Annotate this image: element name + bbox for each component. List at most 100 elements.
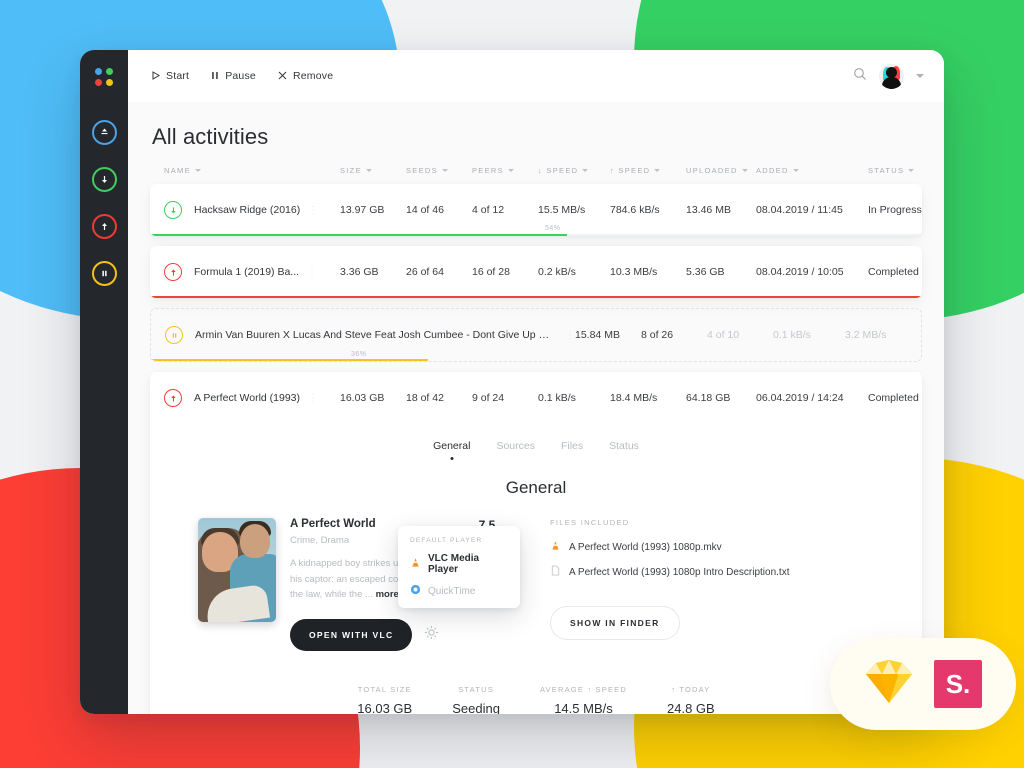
tab-general[interactable]: General bbox=[433, 440, 470, 460]
chevron-down-icon bbox=[195, 169, 201, 172]
row-upload-speed: 18.4 MB/s bbox=[610, 392, 686, 404]
files-included-label: FILES INCLUDED bbox=[550, 518, 789, 527]
file-item[interactable]: A Perfect World (1993) 1080p.mkv bbox=[550, 540, 789, 554]
row-name: Armin Van Buuren X Lucas And Steve Feat … bbox=[195, 329, 575, 341]
movie-info: A Perfect World Crime, Drama A kidnapped… bbox=[276, 518, 488, 651]
default-player-label: DEFAULT PLAYER bbox=[410, 537, 508, 544]
row-peers: 9 of 24 bbox=[472, 392, 538, 404]
four-dot-logo[interactable] bbox=[95, 68, 113, 86]
player-option-quicktime[interactable]: QuickTime bbox=[410, 584, 508, 598]
row-name-label: A Perfect World (1993) bbox=[194, 392, 300, 404]
sidebar-item-paused[interactable] bbox=[92, 261, 117, 286]
row-status: In Progress bbox=[868, 204, 922, 216]
column-header-uploaded-label: UPLOADED bbox=[686, 166, 738, 175]
table-row[interactable]: Formula 1 (2019) Ba...⋮ 3.36 GB 26 of 64… bbox=[150, 246, 922, 298]
row-name: Hacksaw Ridge (2016)⋮ bbox=[194, 204, 340, 216]
stat-value: 24.8 GB bbox=[667, 701, 715, 714]
name-separator: ⋮ bbox=[308, 393, 318, 404]
chevron-down-icon bbox=[442, 169, 448, 172]
pause-icon bbox=[99, 268, 110, 279]
open-with-vlc-button[interactable]: OPEN WITH VLC bbox=[290, 619, 412, 651]
row-added: 08.04.2019 / 10:05 bbox=[756, 266, 868, 278]
detail-section-title: General bbox=[164, 478, 908, 498]
tab-status[interactable]: Status bbox=[609, 440, 639, 460]
chevron-down-icon bbox=[654, 169, 660, 172]
remove-button[interactable]: Remove bbox=[278, 67, 333, 85]
progress-bar bbox=[150, 296, 922, 298]
column-header-peers-label: PEERS bbox=[472, 166, 504, 175]
tab-files[interactable]: Files bbox=[561, 440, 583, 460]
pause-button[interactable]: Pause bbox=[211, 67, 256, 85]
stat-label: ↑ TODAY bbox=[667, 685, 715, 694]
stat-status: STATUS Seeding bbox=[452, 685, 500, 714]
stat-total-size: TOTAL SIZE 16.03 GB bbox=[357, 685, 412, 714]
chevron-down-icon bbox=[908, 169, 914, 172]
sidebar-item-downloading[interactable] bbox=[92, 167, 117, 192]
row-added: 06.04.2019 / 14:24 bbox=[756, 392, 868, 404]
sidebar-item-uploading[interactable] bbox=[92, 214, 117, 239]
player-option-vlc[interactable]: VLC Media Player bbox=[410, 553, 508, 575]
row-menu-button[interactable]: ▾ bbox=[921, 330, 922, 341]
column-header-upload-speed[interactable]: ↑ SPEED bbox=[610, 166, 686, 175]
screenshot-stage: Start Pause Remove bbox=[0, 0, 1024, 768]
name-separator: ⋮ bbox=[565, 330, 575, 341]
pause-icon bbox=[211, 67, 219, 85]
show-in-finder-button[interactable]: SHOW IN FINDER bbox=[550, 606, 680, 640]
column-header-name[interactable]: NAME bbox=[164, 166, 340, 175]
movie-actions: OPEN WITH VLC bbox=[290, 619, 488, 651]
default-player-popover: DEFAULT PLAYER VLC Media Player bbox=[398, 526, 520, 608]
pause-icon bbox=[165, 326, 183, 344]
row-name-label: Hacksaw Ridge (2016) bbox=[194, 204, 300, 216]
row-status: Completed bbox=[868, 266, 922, 278]
chevron-down-icon bbox=[366, 169, 372, 172]
table-row-expanded[interactable]: A Perfect World (1993)⋮ 16.03 GB 18 of 4… bbox=[150, 372, 922, 714]
upload-arrow-icon bbox=[164, 389, 182, 407]
file-item-label: A Perfect World (1993) 1080p Intro Descr… bbox=[569, 567, 789, 578]
row-seeds: 14 of 46 bbox=[406, 204, 472, 216]
table-row-content: Armin Van Buuren X Lucas And Steve Feat … bbox=[151, 309, 921, 361]
detail-stats: TOTAL SIZE 16.03 GB STATUS Seeding AVERA… bbox=[164, 651, 908, 714]
sketch-letter-badge: S. bbox=[934, 660, 982, 708]
chevron-down-icon bbox=[508, 169, 514, 172]
upload-arrow-icon bbox=[164, 263, 182, 281]
movie-poster bbox=[198, 518, 276, 622]
column-header-upload-speed-label: ↑ SPEED bbox=[610, 166, 650, 175]
table-row[interactable]: Armin Van Buuren X Lucas And Steve Feat … bbox=[150, 308, 922, 362]
start-button[interactable]: Start bbox=[152, 67, 189, 85]
table-row-content: A Perfect World (1993)⋮ 16.03 GB 18 of 4… bbox=[150, 372, 922, 424]
table-header-row: NAME SIZE SEEDS PEERS ↓ SPEED bbox=[150, 166, 922, 184]
row-peers: 4 of 12 bbox=[472, 204, 538, 216]
file-item-label: A Perfect World (1993) 1080p.mkv bbox=[569, 542, 722, 553]
column-header-status[interactable]: STATUS bbox=[868, 166, 938, 175]
file-item[interactable]: A Perfect World (1993) 1080p Intro Descr… bbox=[550, 565, 789, 579]
avatar[interactable] bbox=[879, 64, 904, 89]
stat-label: STATUS bbox=[452, 685, 500, 694]
chevron-down-icon[interactable] bbox=[916, 74, 924, 78]
column-header-seeds-label: SEEDS bbox=[406, 166, 438, 175]
column-header-added[interactable]: ADDED bbox=[756, 166, 868, 175]
chevron-down-icon bbox=[742, 169, 748, 172]
more-link[interactable]: more bbox=[376, 589, 399, 600]
player-option-quicktime-label: QuickTime bbox=[428, 586, 475, 597]
table-row-content: Formula 1 (2019) Ba...⋮ 3.36 GB 26 of 64… bbox=[150, 246, 922, 298]
close-icon bbox=[278, 67, 287, 85]
column-header-uploaded[interactable]: UPLOADED bbox=[686, 166, 756, 175]
column-header-download-speed[interactable]: ↓ SPEED bbox=[538, 166, 610, 175]
row-progress-label: 54% bbox=[545, 225, 561, 232]
stat-upload-today: ↑ TODAY 24.8 GB bbox=[667, 685, 715, 714]
column-header-peers[interactable]: PEERS bbox=[472, 166, 538, 175]
row-upload-speed: 3.2 MB/s bbox=[845, 329, 921, 341]
column-header-seeds[interactable]: SEEDS bbox=[406, 166, 472, 175]
table-row[interactable]: Hacksaw Ridge (2016)⋮ 13.97 GB 14 of 46 … bbox=[150, 184, 922, 236]
row-seeds: 8 of 26 bbox=[641, 329, 707, 341]
sidebar-item-all-activities[interactable] bbox=[92, 120, 117, 145]
stat-label: AVERAGE ↑ SPEED bbox=[540, 685, 627, 694]
column-header-name-label: NAME bbox=[164, 166, 191, 175]
stat-value: 14.5 MB/s bbox=[540, 701, 627, 714]
column-header-size[interactable]: SIZE bbox=[340, 166, 406, 175]
row-name: Formula 1 (2019) Ba...⋮ bbox=[194, 266, 340, 278]
tab-sources[interactable]: Sources bbox=[496, 440, 535, 460]
gear-icon[interactable] bbox=[424, 625, 439, 645]
search-icon[interactable] bbox=[853, 67, 867, 86]
detail-tabs: General Sources Files Status bbox=[164, 426, 908, 460]
